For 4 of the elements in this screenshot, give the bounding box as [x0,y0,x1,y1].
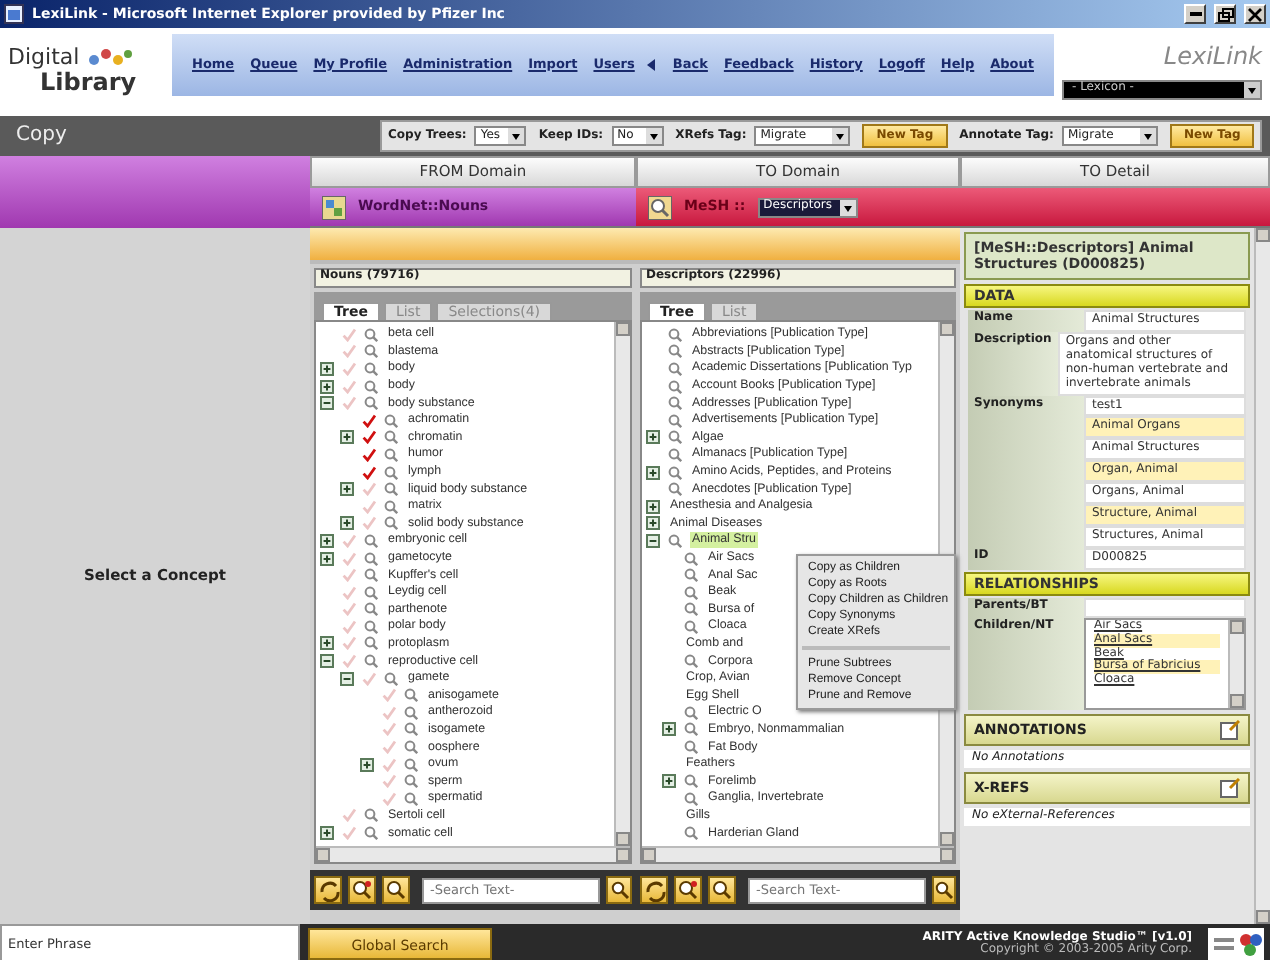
logo-text: Digital [8,45,80,71]
logo-text: Library [40,70,139,95]
app-name: LexiLink [1161,44,1262,72]
page-title: Copy [14,124,69,148]
